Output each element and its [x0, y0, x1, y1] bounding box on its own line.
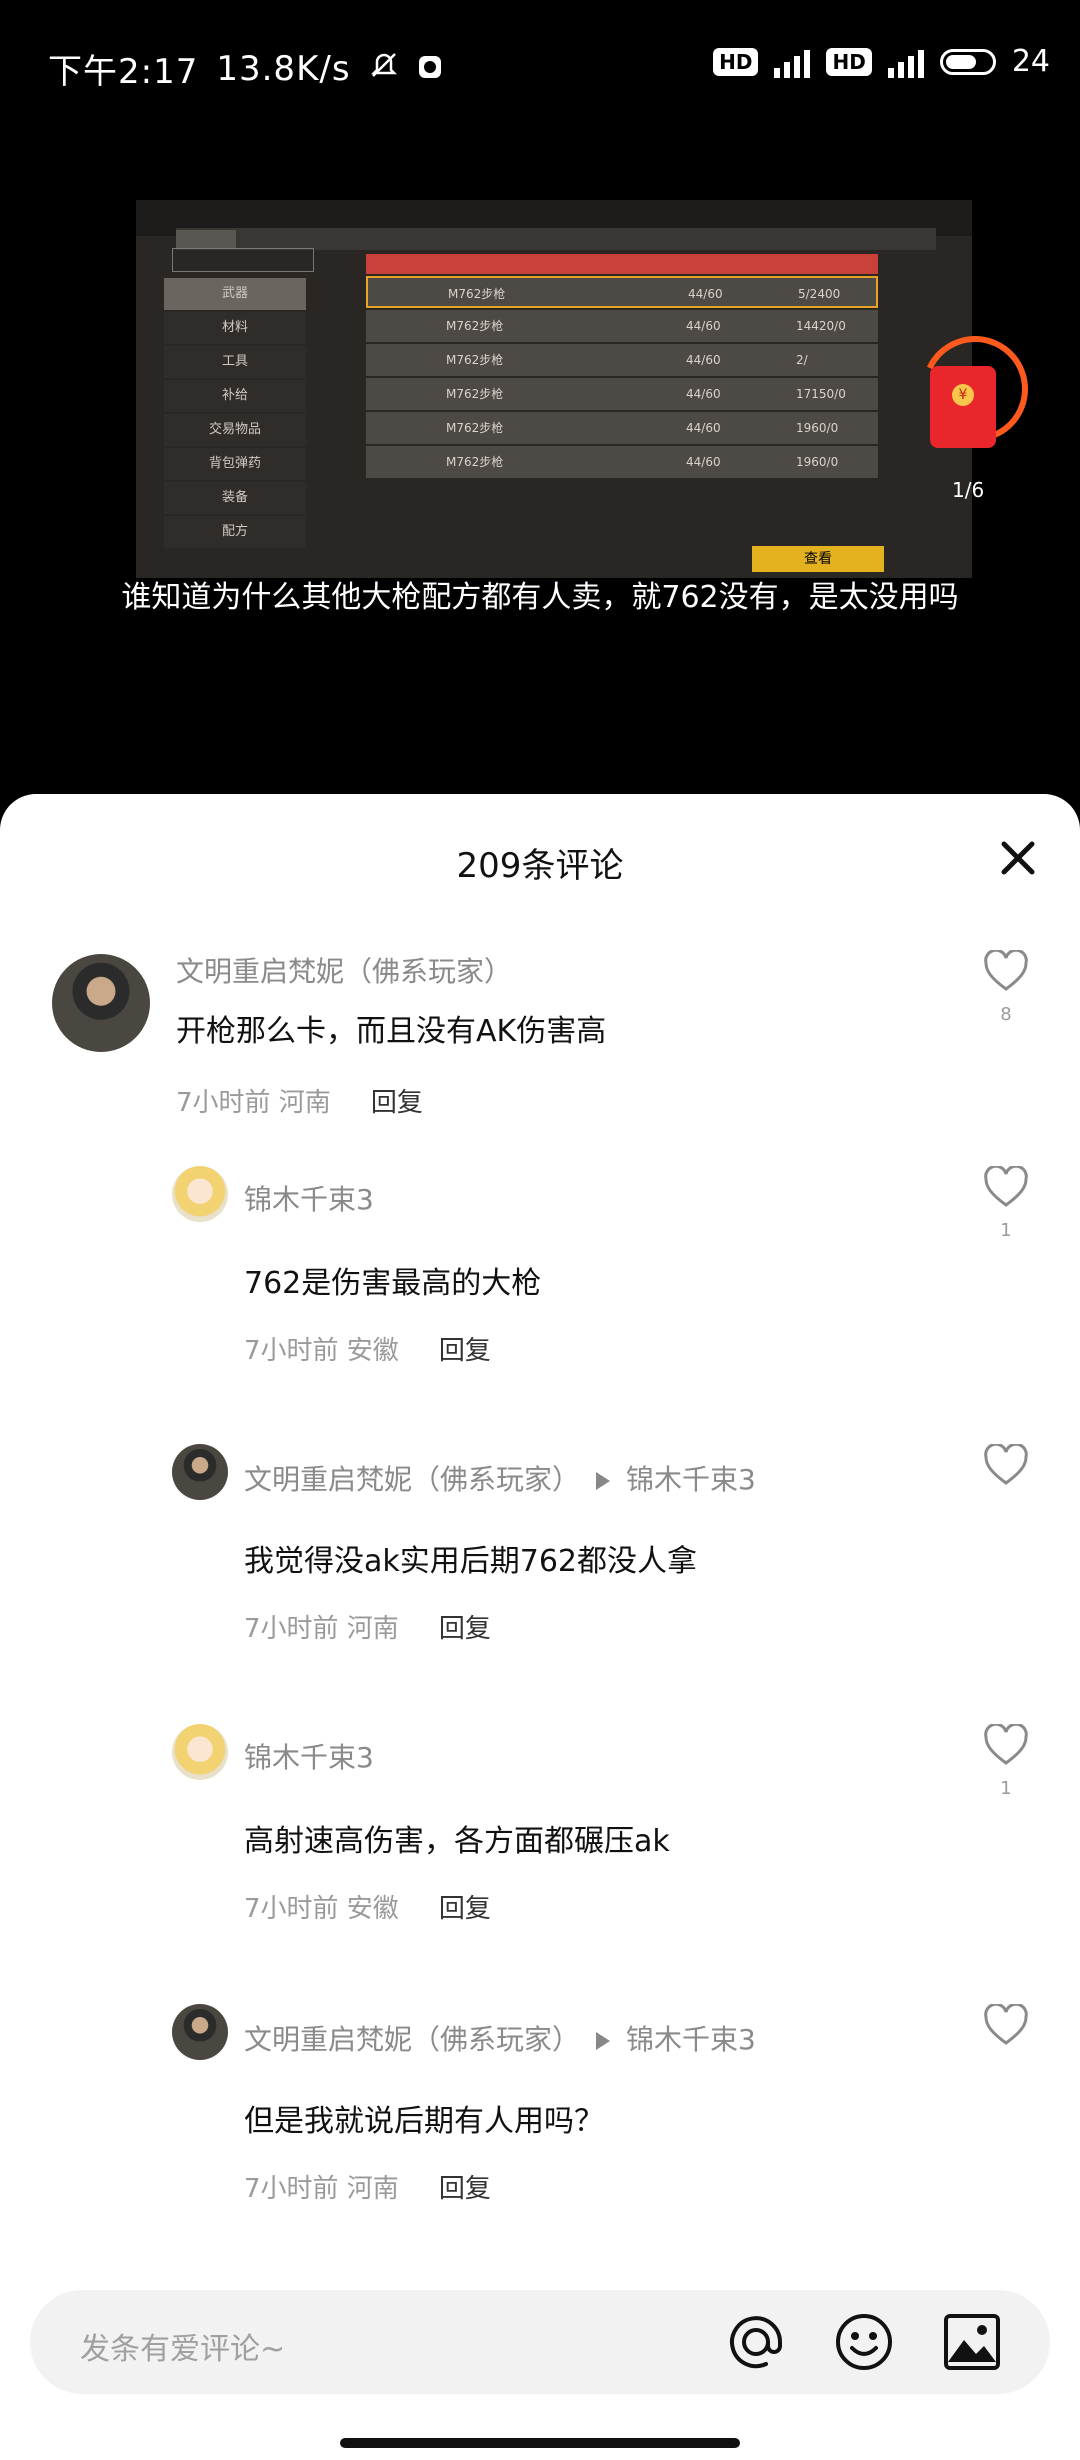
reply-button[interactable]: 回复: [439, 2168, 491, 2205]
comment-meta: 7小时前 安徽 回复: [244, 1888, 491, 1925]
signal-icon: [774, 46, 811, 78]
game-side-item: 背包弹药: [164, 448, 306, 480]
image-icon[interactable]: [942, 2312, 1002, 2372]
comments-title: 209条评论: [456, 846, 624, 886]
comment-username[interactable]: 文明重启梵妮（佛系玩家）: [176, 950, 512, 990]
reply-to-username[interactable]: 锦木千束3: [626, 2023, 756, 2056]
like-button[interactable]: 1: [982, 1164, 1030, 1241]
comment-meta: 7小时前 河南 回复: [176, 1082, 423, 1119]
comment-time-location: 7小时前 河南: [176, 1088, 331, 1118]
reply-button[interactable]: 回复: [439, 1608, 491, 1645]
game-table-row: M762步枪 44/60 14420/0: [366, 310, 878, 342]
game-side-item: 配方: [164, 516, 306, 548]
video-frame[interactable]: 武器 材料 工具 补给 交易物品 背包弹药 装备 配方 M762步枪 44/60 5…: [136, 200, 972, 578]
comment-text: 开枪那么卡，而且没有AK伤害高: [176, 1014, 607, 1049]
like-count: 1: [1000, 1778, 1012, 1799]
game-search: [172, 248, 314, 272]
game-side-item: 装备: [164, 482, 306, 514]
reply-button[interactable]: 回复: [439, 1330, 491, 1367]
comment-username[interactable]: 文明重启梵妮（佛系玩家）: [244, 1463, 580, 1496]
comment-meta: 7小时前 河南 回复: [244, 2168, 491, 2205]
comment-username-line: 文明重启梵妮（佛系玩家） 锦木千束3: [244, 1458, 756, 1498]
avatar[interactable]: [172, 1444, 228, 1500]
avatar[interactable]: [172, 1724, 228, 1780]
game-table-row: M762步枪 44/60 1960/0: [366, 446, 878, 478]
game-table-row: M762步枪 44/60 1960/0: [366, 412, 878, 444]
signal-icon-2: [887, 46, 924, 78]
comment-meta: 7小时前 河南 回复: [244, 1608, 491, 1645]
like-count: 1: [1000, 1220, 1012, 1241]
comment-time-location: 7小时前 河南: [244, 2174, 399, 2204]
comment-username[interactable]: 锦木千束3: [244, 1178, 374, 1218]
game-tabs: [176, 228, 936, 250]
game-side-item: 交易物品: [164, 414, 306, 446]
game-view-button: 查看: [752, 546, 884, 572]
at-icon[interactable]: [726, 2312, 786, 2372]
comment-input-bar[interactable]: 发条有爱评论~: [30, 2290, 1050, 2394]
battery-icon: [939, 48, 996, 75]
like-count: 8: [1000, 1004, 1012, 1025]
game-table-row: M762步枪 44/60 5/2400: [366, 276, 878, 308]
heart-icon: [984, 1722, 1028, 1765]
battery-level: 24: [1011, 44, 1050, 79]
status-right: HD HD 24: [713, 44, 1050, 79]
comment-username[interactable]: 文明重启梵妮（佛系玩家）: [244, 2023, 580, 2056]
emoji-icon[interactable]: [834, 2312, 894, 2372]
avatar[interactable]: [52, 954, 150, 1052]
avatar[interactable]: [172, 2004, 228, 2060]
record-icon: [417, 49, 443, 89]
game-sidebar: 武器 材料 工具 补给 交易物品 背包弹药 装备 配方: [164, 278, 306, 568]
status-left: 下午2:17 13.8K/s: [48, 44, 443, 93]
comment-time-location: 7小时前 安徽: [244, 1894, 399, 1924]
reply-arrow-icon: [596, 1472, 611, 1490]
like-button[interactable]: 1: [982, 1722, 1030, 1799]
avatar[interactable]: [172, 1166, 228, 1222]
game-table-row: M762步枪 44/60 17150/0: [366, 378, 878, 410]
red-packet-widget[interactable]: ¥ 1/6: [907, 321, 1043, 502]
comment-time-location: 7小时前 河南: [244, 1614, 399, 1644]
comments-sheet: 209条评论 文明重启梵妮（佛系玩家） 开枪那么卡，而且没有AK伤害高 7小时前…: [0, 794, 1080, 2460]
game-table: M762步枪 44/60 5/2400 M762步枪 44/60 14420/0 M76…: [366, 254, 878, 478]
game-side-item: 补给: [164, 380, 306, 412]
status-bar: 下午2:17 13.8K/s HD HD 24: [0, 0, 1080, 140]
like-button[interactable]: 8: [982, 948, 1030, 1025]
hd-badge: HD: [713, 47, 759, 76]
video-subtitle: 谁知道为什么其他大枪配方都有人卖，就762没有，是太没用吗: [121, 580, 959, 615]
game-side-item: 工具: [164, 346, 306, 378]
status-time: 下午2:17: [48, 52, 199, 92]
game-side-item: 材料: [164, 312, 306, 344]
reply-arrow-icon: [596, 2032, 611, 2050]
red-packet-icon: ¥: [930, 366, 996, 448]
heart-icon: [984, 948, 1028, 991]
comment-text: 高射速高伤害，各方面都碾压ak: [244, 1824, 670, 1859]
mute-icon: [369, 49, 399, 89]
like-button[interactable]: [982, 2002, 1030, 2050]
game-side-item: 武器: [164, 278, 306, 310]
comment-text: 我觉得没ak实用后期762都没人拿: [244, 1544, 698, 1579]
comment-time-location: 7小时前 安徽: [244, 1336, 399, 1366]
hd-badge-2: HD: [826, 47, 872, 76]
comment-meta: 7小时前 安徽 回复: [244, 1330, 491, 1367]
red-packet-count: 1/6: [952, 478, 985, 502]
home-indicator[interactable]: [340, 2438, 740, 2448]
reply-to-username[interactable]: 锦木千束3: [626, 1463, 756, 1496]
game-tab-active: [176, 230, 236, 248]
heart-icon: [984, 1164, 1028, 1207]
comment-username-line: 文明重启梵妮（佛系玩家） 锦木千束3: [244, 2018, 756, 2058]
game-table-header: [366, 254, 878, 274]
like-button[interactable]: [982, 1442, 1030, 1490]
comment-text: 762是伤害最高的大枪: [244, 1266, 542, 1301]
comment-input-placeholder[interactable]: 发条有爱评论~: [80, 2324, 285, 2368]
status-speed: 13.8K/s: [216, 48, 351, 89]
comment-username[interactable]: 锦木千束3: [244, 1736, 374, 1776]
heart-icon: [984, 2002, 1028, 2045]
comment-text: 但是我就说后期有人用吗？: [244, 2104, 604, 2139]
game-table-row: M762步枪 44/60 2/: [366, 344, 878, 376]
reply-button[interactable]: 回复: [371, 1082, 423, 1119]
heart-icon: [984, 1442, 1028, 1485]
close-icon[interactable]: [996, 836, 1040, 880]
reply-button[interactable]: 回复: [439, 1888, 491, 1925]
